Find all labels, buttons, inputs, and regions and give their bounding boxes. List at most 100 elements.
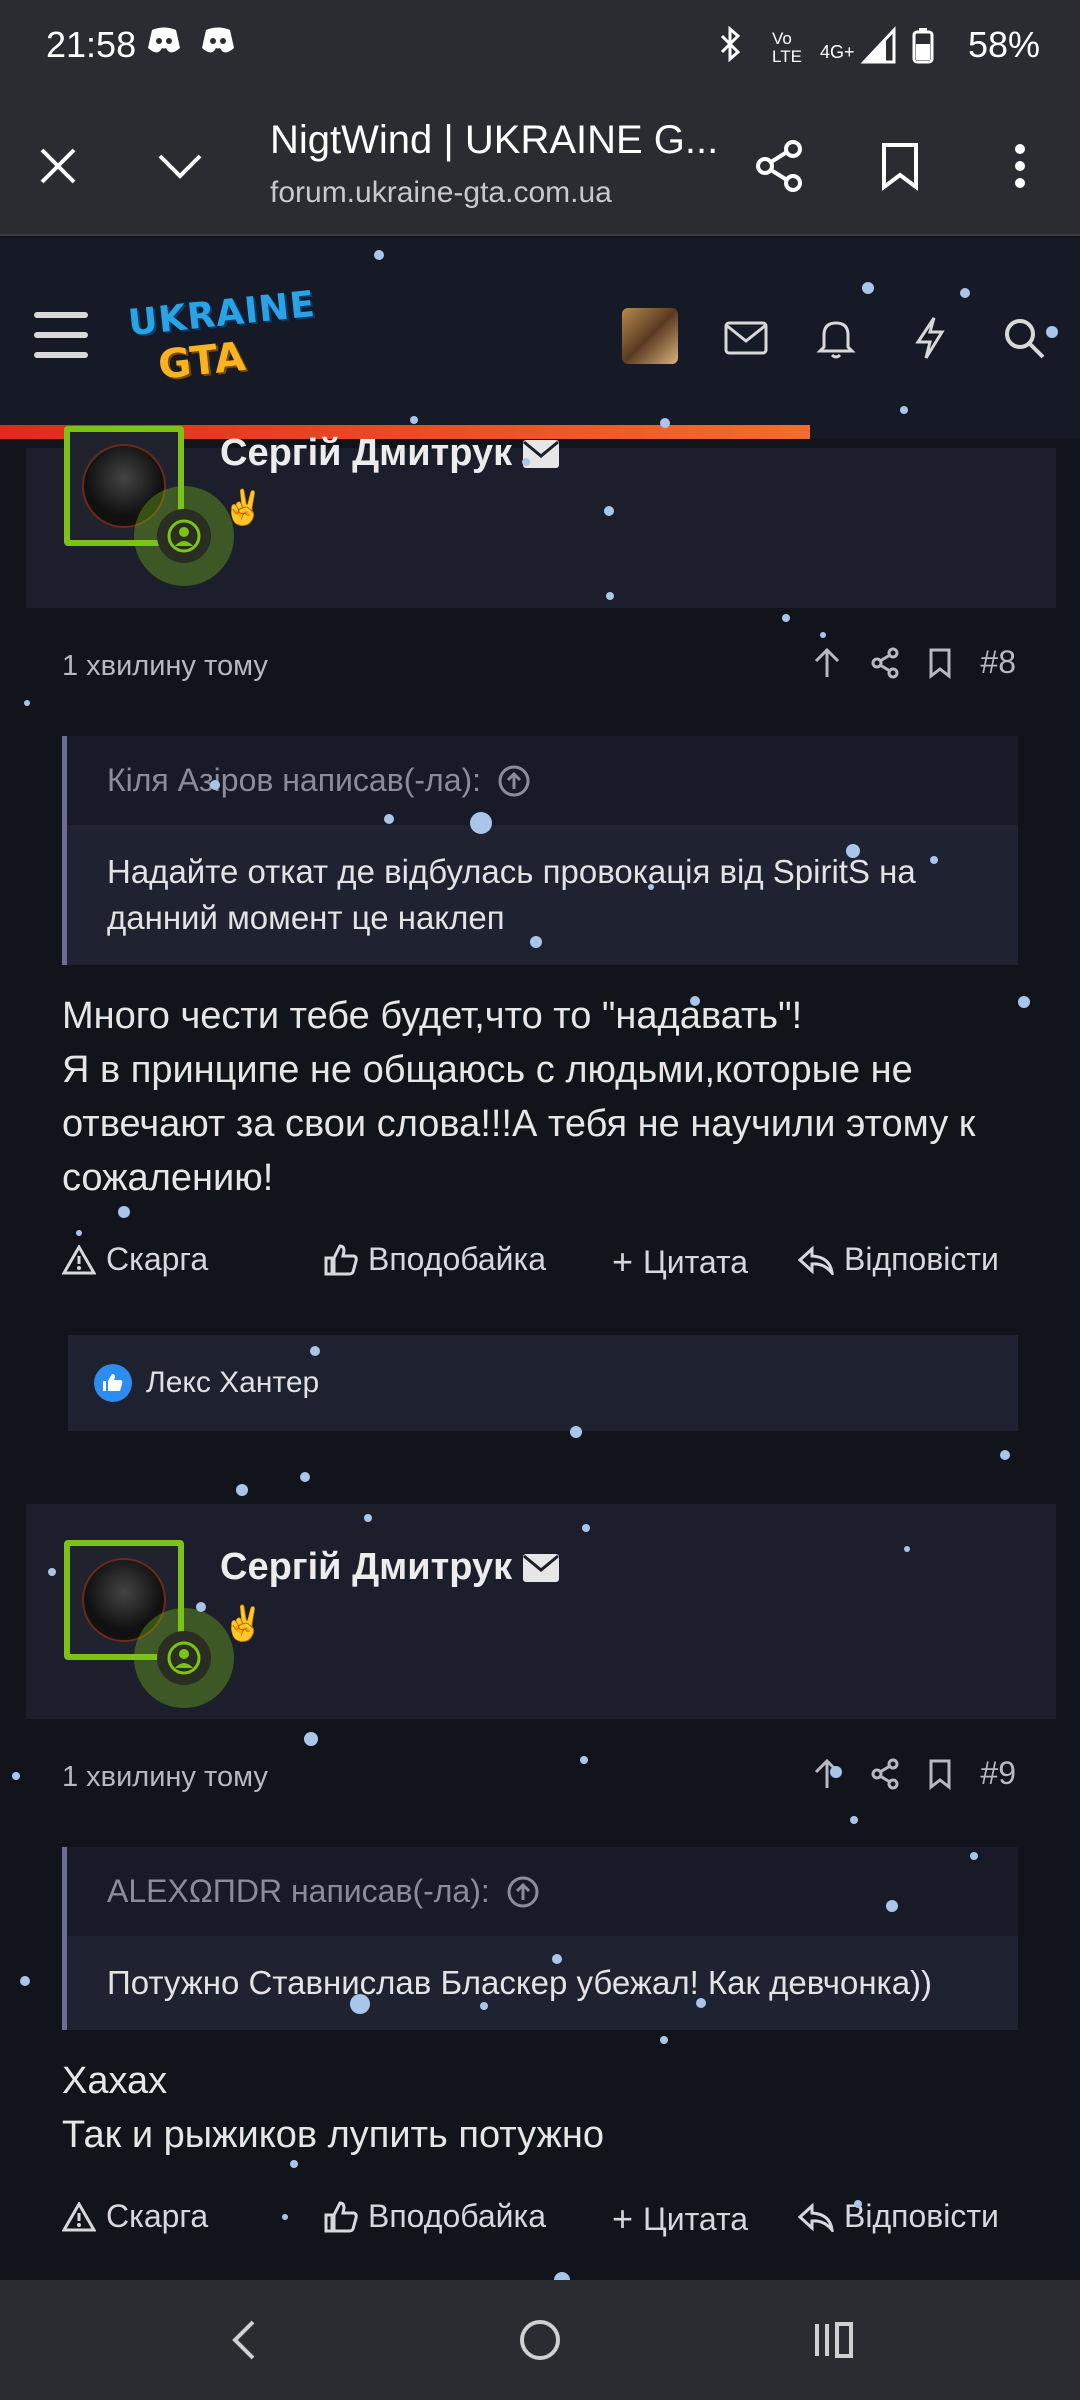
- like-label: Вподобайка: [368, 2198, 546, 2234]
- share-button[interactable]: [740, 126, 820, 206]
- report-label: Скарга: [106, 1241, 209, 1277]
- page-title: NigtWind | UKRAINE G...: [270, 118, 719, 162]
- whats-new-button[interactable]: [900, 308, 960, 368]
- snowflake: [12, 1772, 20, 1780]
- alerts-button[interactable]: [806, 308, 866, 368]
- content-line: Так и рыжиков лупить потужно: [62, 2114, 605, 2156]
- reply-label: Відповісти: [844, 1241, 999, 1277]
- warning-icon: [62, 1244, 96, 1274]
- more-vert-icon: [1015, 144, 1025, 188]
- post-number[interactable]: #9: [980, 1755, 1016, 1792]
- thumbs-up-icon: [324, 1243, 358, 1275]
- home-icon: [520, 2320, 560, 2360]
- content-line: сожалению!: [62, 1157, 274, 1199]
- snowflake: [236, 1484, 248, 1496]
- share-icon: [756, 140, 802, 192]
- share-icon[interactable]: [870, 1758, 900, 1790]
- report-button[interactable]: Скарга: [62, 2198, 208, 2235]
- back-icon: [232, 2320, 255, 2360]
- like-label: Вподобайка: [368, 1241, 546, 1277]
- quote-header[interactable]: ALEXΩΠDR написав(-ла):: [67, 1847, 1018, 1936]
- post-content: Много чести тебе будет,что то "надавать"…: [26, 965, 1056, 1205]
- reply-label: Відповісти: [844, 2198, 999, 2234]
- post-actions: Скарга Вподобайка + Цитата Відповісти: [26, 1221, 1056, 1311]
- arrow-up-circle-icon[interactable]: [506, 1875, 540, 1909]
- page-url[interactable]: forum.ukraine-gta.com.ua: [270, 176, 612, 210]
- quote-button[interactable]: + Цитата: [612, 2198, 748, 2240]
- discord-icon: [146, 26, 182, 64]
- like-button[interactable]: Вподобайка: [324, 1241, 546, 1278]
- close-icon: [40, 148, 76, 184]
- content-line: Я в принципе не общаюсь с людьми,которые…: [62, 1049, 913, 1091]
- browser-toolbar: NigtWind | UKRAINE G... forum.ukraine-gt…: [0, 96, 1080, 236]
- arrow-up-icon[interactable]: [812, 1758, 842, 1790]
- mail-icon[interactable]: [522, 1553, 560, 1583]
- snowflake: [554, 2272, 570, 2280]
- volte-icon: Vo LTE: [772, 29, 802, 66]
- snowflake: [300, 1472, 310, 1482]
- system-nav-bar: [0, 2280, 1080, 2400]
- post-time[interactable]: 1 хвилину тому: [62, 1761, 268, 1794]
- post-author[interactable]: Сергій Дмитрук: [220, 1546, 560, 1589]
- mail-icon[interactable]: [522, 439, 560, 469]
- discord-icon: [200, 26, 236, 64]
- bluetooth-icon: [716, 25, 746, 70]
- quote-header[interactable]: Кіля Азіров написав(-ла):: [67, 736, 1018, 825]
- report-label: Скарга: [106, 2198, 209, 2234]
- avatar[interactable]: [622, 308, 678, 364]
- post-time[interactable]: 1 хвилину тому: [62, 650, 268, 683]
- quote-text: Потужно Ставнислав Бласкер убежал! Как д…: [107, 1964, 933, 2001]
- author-name[interactable]: Сергій Дмитрук: [220, 432, 512, 475]
- post-actions: Скарга Вподобайка + Цитата Відповісти: [26, 2178, 1056, 2268]
- post-8: Сергій Дмитрук ✌️ 1 хвилину тому #8 Кіля…: [26, 426, 1056, 1431]
- bolt-icon: [915, 317, 945, 359]
- minimize-button[interactable]: [140, 126, 220, 206]
- close-tab-button[interactable]: [18, 126, 98, 206]
- share-icon[interactable]: [870, 647, 900, 679]
- reply-button[interactable]: Відповісти: [798, 2198, 999, 2235]
- menu-icon: [34, 312, 88, 318]
- back-button[interactable]: [204, 2306, 284, 2374]
- online-status-badge: [134, 486, 234, 586]
- status-time: 21:58: [46, 24, 137, 65]
- bell-icon: [816, 321, 856, 359]
- post-content: Хахах Так и рыжиков лупить потужно: [26, 2030, 1056, 2162]
- author-name[interactable]: Сергій Дмитрук: [220, 1546, 512, 1589]
- home-button[interactable]: [500, 2306, 580, 2374]
- recents-button[interactable]: [794, 2306, 874, 2374]
- inbox-button[interactable]: [716, 308, 776, 368]
- post-author[interactable]: Сергій Дмитрук: [220, 432, 560, 475]
- reactions-bar[interactable]: Лекс Хантер: [68, 1335, 1018, 1431]
- bookmark-icon[interactable]: [928, 1758, 952, 1790]
- reply-icon: [798, 1245, 834, 1275]
- arrow-up-icon[interactable]: [812, 647, 842, 679]
- menu-button[interactable]: [34, 312, 88, 362]
- bookmark-button[interactable]: [860, 126, 940, 206]
- user-title-emoji: ✌️: [222, 489, 265, 527]
- battery-percent: 58%: [967, 24, 1040, 65]
- plus-icon: +: [612, 2198, 634, 2239]
- reply-button[interactable]: Відповісти: [798, 1241, 999, 1278]
- reply-icon: [798, 2202, 834, 2232]
- user-icon: [167, 1641, 201, 1675]
- content-line: отвечают за свои слова!!!А тебя не научи…: [62, 1103, 976, 1145]
- more-menu-button[interactable]: [980, 126, 1060, 206]
- site-logo[interactable]: UKRAINE GTA: [126, 284, 317, 389]
- status-bar: 21:58 Vo LTE 4G+ 58%: [0, 0, 1080, 96]
- arrow-up-circle-icon[interactable]: [497, 764, 531, 798]
- thumbs-up-icon: [324, 2200, 358, 2232]
- bookmark-icon[interactable]: [928, 647, 952, 679]
- warning-icon: [62, 2201, 96, 2231]
- content-line: Много чести тебе будет,что то "надавать"…: [62, 995, 803, 1037]
- search-button[interactable]: [994, 308, 1054, 368]
- like-button[interactable]: Вподобайка: [324, 2198, 546, 2235]
- user-title-emoji: ✌️: [222, 1605, 265, 1643]
- search-icon: [1005, 319, 1045, 359]
- post-meta: 1 хвилину тому #8: [26, 608, 1056, 724]
- battery-icon: [912, 28, 934, 72]
- reaction-user[interactable]: Лекс Хантер: [146, 1366, 319, 1400]
- online-status-badge: [134, 1608, 234, 1708]
- post-number[interactable]: #8: [980, 644, 1016, 681]
- report-button[interactable]: Скарга: [62, 1241, 208, 1278]
- quote-button[interactable]: + Цитата: [612, 1241, 748, 1283]
